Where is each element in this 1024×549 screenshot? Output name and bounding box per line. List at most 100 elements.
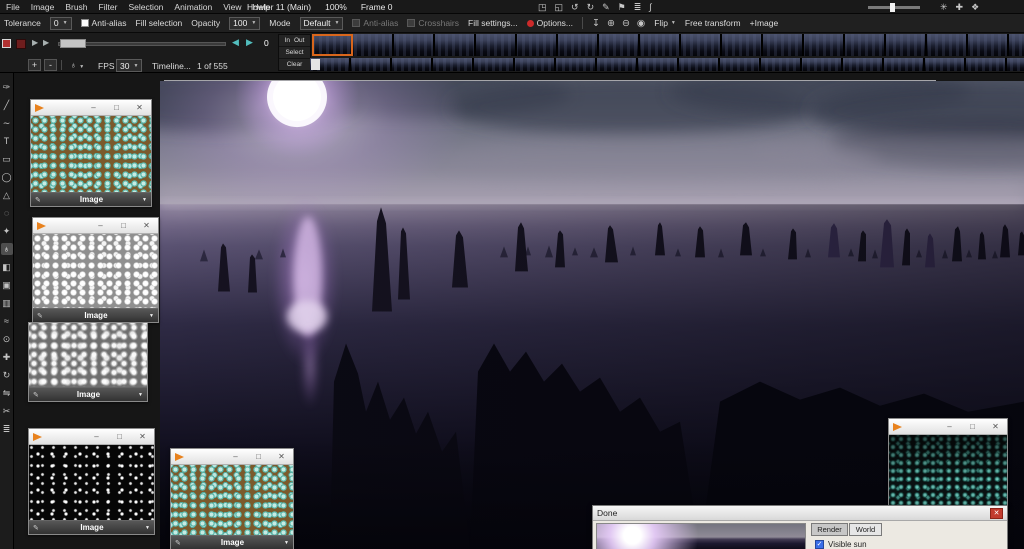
- timeline-dialog-button[interactable]: Timeline...: [152, 61, 191, 71]
- rect-select-tool[interactable]: ▭: [1, 153, 13, 165]
- ellipse-select-tool[interactable]: ◯: [1, 171, 13, 183]
- zoom-tool[interactable]: ⊙: [1, 333, 13, 345]
- in-button[interactable]: In: [285, 37, 290, 44]
- pan-tool[interactable]: ✚: [1, 351, 13, 363]
- lasso-tool[interactable]: ◌: [1, 207, 13, 219]
- menu-image[interactable]: Image: [31, 2, 55, 12]
- chevron-down-icon[interactable]: ▼: [138, 392, 143, 398]
- fill-selection-label[interactable]: Fill selection: [136, 18, 183, 28]
- play-all-button[interactable]: ▶: [43, 38, 49, 47]
- done-dialog[interactable]: Done ✕ Render World ✓ Visible sun: [592, 505, 1008, 549]
- filmstrip-first-cell[interactable]: [311, 59, 320, 70]
- timeline-position-thumb[interactable]: [60, 39, 86, 48]
- close-button[interactable]: ✕: [988, 422, 1003, 431]
- magic-wand-tool[interactable]: ✦: [1, 225, 13, 237]
- next-frame-button[interactable]: ▶: [246, 37, 253, 48]
- redo-icon[interactable]: ↻: [587, 1, 595, 13]
- remove-frame-button[interactable]: -: [44, 59, 57, 71]
- grid-icon[interactable]: ❖: [971, 1, 979, 13]
- chevron-down-icon[interactable]: ▼: [284, 540, 289, 546]
- tab-render[interactable]: Render: [811, 523, 848, 536]
- flip-dropdown[interactable]: Flip ▼: [654, 18, 676, 28]
- list-icon[interactable]: ≣: [634, 1, 642, 13]
- curve-tool[interactable]: ∼: [1, 117, 13, 129]
- minimize-button[interactable]: –: [89, 432, 104, 441]
- select-corners-icon[interactable]: ◳: [538, 1, 547, 13]
- menu-selection[interactable]: Selection: [128, 2, 163, 12]
- fill-tool[interactable]: ◧: [1, 261, 13, 273]
- add-icon[interactable]: ✚: [956, 1, 964, 13]
- canvas-area[interactable]: [14, 73, 1024, 549]
- prev-frame-button[interactable]: ◀: [232, 37, 239, 48]
- out-button[interactable]: Out: [294, 37, 304, 44]
- polygon-tool[interactable]: △: [1, 189, 13, 201]
- selected-frame-highlight[interactable]: [312, 34, 353, 56]
- anchor-down-icon[interactable]: ↧: [592, 18, 600, 29]
- fps-dropdown[interactable]: 30 ▼: [116, 59, 143, 72]
- timeline-filmstrip-top[interactable]: [312, 34, 1024, 56]
- visible-sun-checkbox[interactable]: ✓: [815, 540, 824, 549]
- menu-animation[interactable]: Animation: [174, 2, 212, 12]
- close-button[interactable]: ✕: [274, 452, 289, 461]
- crop-tool[interactable]: ✂: [1, 405, 13, 417]
- minimize-button[interactable]: –: [93, 221, 108, 230]
- chevron-down-icon[interactable]: ▼: [149, 313, 154, 319]
- palette-titlebar[interactable]: – □ ✕: [33, 218, 158, 234]
- close-button[interactable]: ✕: [135, 432, 150, 441]
- menu-brush[interactable]: Brush: [65, 2, 87, 12]
- menu-file[interactable]: File: [6, 2, 20, 12]
- palette-window-3[interactable]: ✎ Image ▼: [28, 322, 148, 402]
- select-button[interactable]: Select: [285, 49, 303, 56]
- texture-image-dark-cells[interactable]: [889, 435, 1007, 505]
- mode-dropdown[interactable]: Default ▼: [299, 16, 344, 30]
- maximize-button[interactable]: □: [109, 103, 124, 112]
- add-image-button[interactable]: +Image: [750, 18, 779, 28]
- palette-titlebar[interactable]: – □ ✕: [31, 100, 151, 116]
- undo-icon[interactable]: ↺: [571, 1, 579, 13]
- menu-view[interactable]: View: [223, 2, 241, 12]
- maximize-button[interactable]: □: [251, 452, 266, 461]
- preview-icon[interactable]: ◉: [637, 18, 645, 29]
- free-transform-button[interactable]: Free transform: [685, 18, 741, 28]
- close-button[interactable]: ✕: [132, 103, 147, 112]
- clear-button[interactable]: Clear: [287, 61, 303, 68]
- close-button[interactable]: ✕: [990, 507, 1003, 519]
- text-tool[interactable]: T: [1, 135, 13, 147]
- timeline-filmstrip-bottom[interactable]: [310, 58, 1024, 71]
- palette-titlebar[interactable]: – □ ✕: [889, 419, 1007, 435]
- pen-tool[interactable]: ✑: [1, 81, 13, 93]
- clone-tool[interactable]: ▣: [1, 279, 13, 291]
- zoom-out-icon[interactable]: ⊖: [622, 18, 630, 29]
- minimize-button[interactable]: –: [86, 103, 101, 112]
- menu-filter[interactable]: Filter: [99, 2, 118, 12]
- palette-titlebar[interactable]: – □ ✕: [29, 429, 154, 445]
- brush-size-slider[interactable]: [868, 3, 920, 12]
- fill-settings-button[interactable]: Fill settings...: [468, 18, 518, 28]
- chevron-down-icon[interactable]: ▼: [145, 525, 150, 531]
- minimize-button[interactable]: –: [942, 422, 957, 431]
- tab-world[interactable]: World: [849, 523, 882, 536]
- tolerance-dropdown[interactable]: 0 ▼: [49, 16, 72, 30]
- maximize-button[interactable]: □: [112, 432, 127, 441]
- zoom-in-icon[interactable]: ⊕: [607, 18, 615, 29]
- pattern-icon[interactable]: ◱: [555, 1, 564, 13]
- close-button[interactable]: ✕: [139, 221, 154, 230]
- script-icon[interactable]: ∫: [649, 1, 651, 13]
- gradient-tool[interactable]: ▥: [1, 297, 13, 309]
- palette-window-4[interactable]: – □ ✕ ✎ Image ▼: [28, 428, 155, 535]
- smudge-tool[interactable]: ≈: [1, 315, 13, 327]
- texture-image-cells-teal[interactable]: [171, 465, 293, 535]
- layers-tool[interactable]: ≣: [1, 423, 13, 435]
- opacity-dropdown[interactable]: 100 ▼: [229, 16, 261, 30]
- antialias-checkbox[interactable]: [80, 19, 89, 27]
- stop-button[interactable]: [16, 39, 26, 49]
- pencil-icon[interactable]: ✎: [602, 1, 610, 13]
- palette-titlebar[interactable]: – □ ✕: [171, 449, 293, 465]
- add-frame-button[interactable]: +: [28, 59, 41, 71]
- palette-window-1[interactable]: – □ ✕ ✎ Image ▼: [30, 99, 152, 207]
- slider-thumb[interactable]: [890, 3, 895, 12]
- texture-image-cells-teal[interactable]: [31, 116, 151, 192]
- sparkle-icon[interactable]: ✳: [940, 1, 948, 13]
- rotate-tool[interactable]: ↻: [1, 369, 13, 381]
- mirror-tool[interactable]: ⇋: [1, 387, 13, 399]
